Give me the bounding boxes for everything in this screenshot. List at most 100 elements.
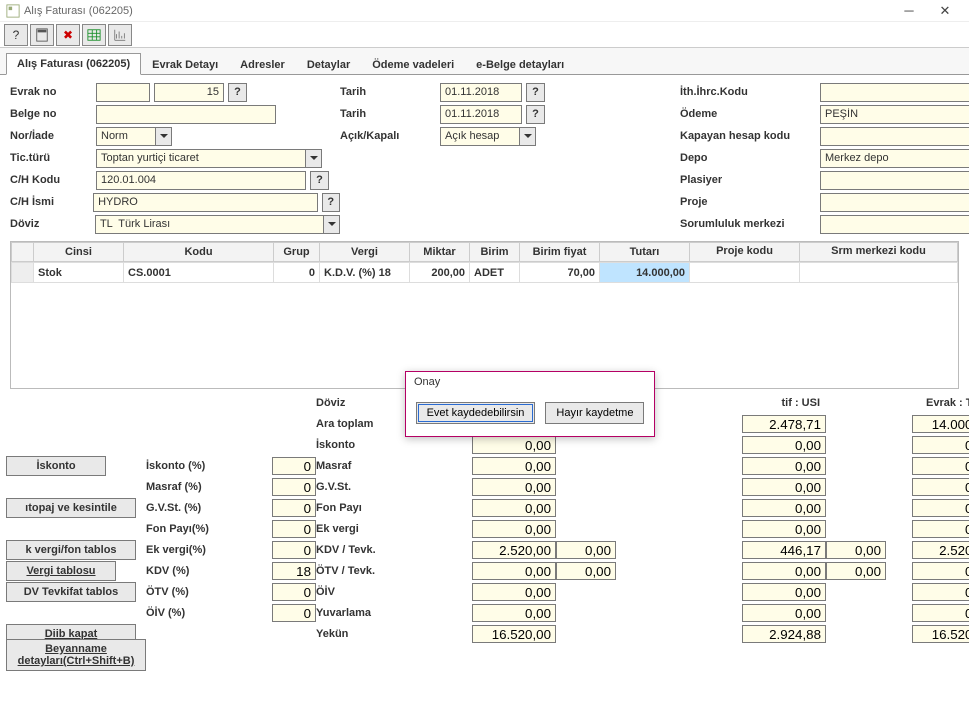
yekun-b[interactable]: [742, 625, 826, 643]
odeme-input[interactable]: [820, 105, 969, 124]
otv-a[interactable]: [472, 562, 556, 580]
ekvergi-c[interactable]: [912, 520, 969, 538]
oiv-pct-input[interactable]: [272, 604, 316, 622]
masraf-c[interactable]: [912, 457, 969, 475]
plasiyer-input[interactable]: [820, 171, 969, 190]
cell-miktar[interactable]: 200,00: [410, 263, 470, 283]
tarih1-lookup[interactable]: ?: [526, 83, 545, 102]
fonpayi-b[interactable]: [742, 499, 826, 517]
tab-adresler[interactable]: Adresler: [229, 54, 296, 75]
dv-tevkifat-button[interactable]: DV Tevkifat tablos: [6, 582, 136, 602]
yekun-c[interactable]: [912, 625, 969, 643]
col-vergi[interactable]: Vergi: [320, 243, 410, 262]
fonpayi-c[interactable]: [912, 499, 969, 517]
oiv-a[interactable]: [472, 583, 556, 601]
ekvergi-pct-input[interactable]: [272, 541, 316, 559]
yuvarlama-b[interactable]: [742, 604, 826, 622]
cell-cinsi[interactable]: Stok: [34, 263, 124, 283]
nor-iade-select[interactable]: [96, 127, 156, 146]
iskonto-button[interactable]: İskonto: [6, 456, 106, 476]
row-handle[interactable]: [12, 263, 34, 283]
col-birim[interactable]: Birim: [470, 243, 520, 262]
col-srm-kodu[interactable]: Srm merkezi kodu: [800, 243, 958, 262]
oiv-c[interactable]: [912, 583, 969, 601]
otv-pct-input[interactable]: [272, 583, 316, 601]
iskonto-a[interactable]: [472, 436, 556, 454]
ch-ismi-lookup[interactable]: ?: [322, 193, 340, 212]
iskonto-c[interactable]: [912, 436, 969, 454]
tab-ebelge-detaylari[interactable]: e-Belge detayları: [465, 54, 575, 75]
otv-tevk-a[interactable]: [556, 562, 616, 580]
col-grup[interactable]: Grup: [274, 243, 320, 262]
cell-birim[interactable]: ADET: [470, 263, 520, 283]
doviz-dropdown-icon[interactable]: [324, 215, 340, 234]
chart-icon[interactable]: [108, 24, 132, 46]
evrak-no-prefix[interactable]: [96, 83, 150, 102]
beyanname-button[interactable]: Beyanname detayları(Ctrl+Shift+B): [6, 639, 146, 671]
depo-input[interactable]: [820, 149, 969, 168]
col-kodu[interactable]: Kodu: [124, 243, 274, 262]
ekvergi-a[interactable]: [472, 520, 556, 538]
fonpayi-a[interactable]: [472, 499, 556, 517]
close-x-icon[interactable]: ✖: [56, 24, 80, 46]
tic-turu-dropdown-icon[interactable]: [306, 149, 322, 168]
kdv-a[interactable]: [472, 541, 556, 559]
belge-no-input[interactable]: [96, 105, 276, 124]
cell-grup[interactable]: 0: [274, 263, 320, 283]
cell-proje[interactable]: [690, 263, 800, 283]
acik-kapali-select[interactable]: [440, 127, 520, 146]
yekun-a[interactable]: [472, 625, 556, 643]
gvst-c[interactable]: [912, 478, 969, 496]
kdv-tevk-b[interactable]: [826, 541, 886, 559]
ch-ismi-input[interactable]: [93, 193, 317, 212]
tab-odeme-vadeleri[interactable]: Ödeme vadeleri: [361, 54, 465, 75]
ara-toplam-c[interactable]: [912, 415, 969, 433]
ch-kodu-input[interactable]: [96, 171, 306, 190]
spreadsheet-icon[interactable]: [82, 24, 106, 46]
doviz-select[interactable]: [95, 215, 324, 234]
proje-input[interactable]: [820, 193, 969, 212]
otv-c[interactable]: [912, 562, 969, 580]
ek-vergi-fon-button[interactable]: k vergi/fon tablos: [6, 540, 136, 560]
gvst-pct-input[interactable]: [272, 499, 316, 517]
ith-ihrc-input[interactable]: [820, 83, 969, 102]
tarih1-input[interactable]: [440, 83, 522, 102]
help-icon[interactable]: ?: [4, 24, 28, 46]
kdv-b[interactable]: [742, 541, 826, 559]
tab-evrak-detayi[interactable]: Evrak Detayı: [141, 54, 229, 75]
cell-srm[interactable]: [800, 263, 958, 283]
otv-tevk-b[interactable]: [826, 562, 886, 580]
cell-vergi[interactable]: K.D.V. (%) 18: [320, 263, 410, 283]
vergi-tablosu-button[interactable]: Vergi tablosu: [6, 561, 116, 581]
cell-tutari[interactable]: 14.000,00: [600, 263, 690, 283]
col-tutari[interactable]: Tutarı: [600, 243, 690, 262]
sorumluluk-input[interactable]: [820, 215, 969, 234]
gvst-b[interactable]: [742, 478, 826, 496]
kapayan-input[interactable]: [820, 127, 969, 146]
kdv-c[interactable]: [912, 541, 969, 559]
col-birim-fiyat[interactable]: Birim fiyat: [520, 243, 600, 262]
ch-kodu-lookup[interactable]: ?: [310, 171, 329, 190]
table-row[interactable]: Stok CS.0001 0 K.D.V. (%) 18 200,00 ADET…: [12, 263, 958, 283]
tarih2-input[interactable]: [440, 105, 522, 124]
yuvarlama-a[interactable]: [472, 604, 556, 622]
evrak-no-lookup[interactable]: ?: [228, 83, 247, 102]
col-proje-kodu[interactable]: Proje kodu: [690, 243, 800, 262]
gvst-a[interactable]: [472, 478, 556, 496]
tab-detaylar[interactable]: Detaylar: [296, 54, 361, 75]
masraf-b[interactable]: [742, 457, 826, 475]
kdv-pct-input[interactable]: [272, 562, 316, 580]
fonpayi-pct-input[interactable]: [272, 520, 316, 538]
tic-turu-select[interactable]: [96, 149, 306, 168]
cell-kodu[interactable]: CS.0001: [124, 263, 274, 283]
iskonto-b[interactable]: [742, 436, 826, 454]
yuvarlama-c[interactable]: [912, 604, 969, 622]
ara-toplam-b[interactable]: [742, 415, 826, 433]
confirm-no-button[interactable]: Hayır kaydetme: [545, 402, 644, 424]
masraf-a[interactable]: [472, 457, 556, 475]
nor-iade-dropdown-icon[interactable]: [156, 127, 172, 146]
kdv-tevk-a[interactable]: [556, 541, 616, 559]
otv-b[interactable]: [742, 562, 826, 580]
acik-kapali-dropdown-icon[interactable]: [520, 127, 536, 146]
masraf-pct-input[interactable]: [272, 478, 316, 496]
